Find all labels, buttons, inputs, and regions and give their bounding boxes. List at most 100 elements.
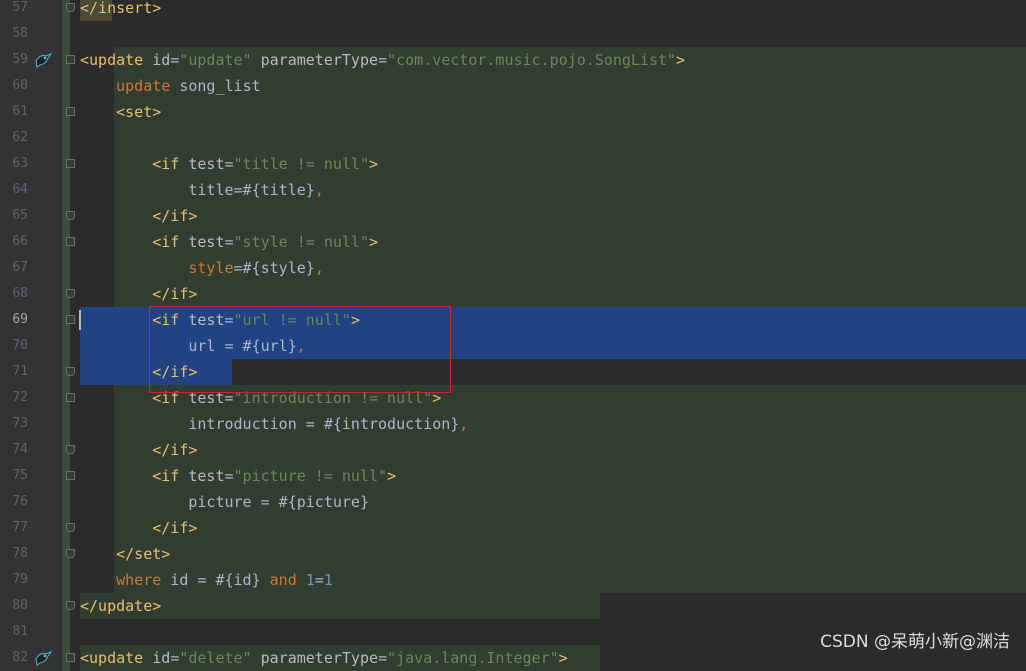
fold-marker-icon[interactable] [66, 471, 75, 480]
code-text[interactable]: picture = #{picture} [80, 489, 369, 515]
code-line-68[interactable]: 68 </if> [0, 281, 1026, 307]
code-text[interactable]: </update> [80, 593, 161, 619]
token-attr: parameterType [260, 649, 379, 667]
code-editor[interactable]: 57 </insert> 58 59 <update id="update" param… [0, 0, 1026, 671]
code-text[interactable]: <if test="picture != null"> [80, 463, 396, 489]
code-line-57[interactable]: 57 </insert> [0, 0, 1026, 21]
code-line-66[interactable]: 66 <if test="style != null"> [0, 229, 1026, 255]
line-number[interactable]: 82 [0, 645, 28, 671]
line-number[interactable]: 58 [0, 21, 28, 47]
code-text[interactable]: style=#{style}, [80, 255, 323, 281]
code-line-75[interactable]: 75 <if test="picture != null"> [0, 463, 1026, 489]
code-line-65[interactable]: 65 </if> [0, 203, 1026, 229]
line-number[interactable]: 81 [0, 619, 28, 645]
code-line-73[interactable]: 73 introduction = #{introduction}, [0, 411, 1026, 437]
code-line-74[interactable]: 74 </if> [0, 437, 1026, 463]
line-number[interactable]: 60 [0, 73, 28, 99]
fold-marker-icon[interactable] [66, 107, 75, 116]
code-line-72[interactable]: 72 <if test="introduction != null"> [0, 385, 1026, 411]
fold-marker-icon[interactable] [66, 3, 75, 12]
fold-marker-icon[interactable] [66, 601, 75, 610]
fold-marker-icon[interactable] [66, 237, 75, 246]
code-text[interactable]: <set> [80, 99, 161, 125]
line-number[interactable]: 63 [0, 151, 28, 177]
fold-marker-icon[interactable] [66, 523, 75, 532]
line-number[interactable]: 73 [0, 411, 28, 437]
code-text[interactable]: title=#{title}, [80, 177, 323, 203]
line-number[interactable]: 79 [0, 567, 28, 593]
code-text[interactable]: <update id="delete" parameterType="java.… [80, 645, 568, 671]
code-text[interactable]: url = #{url}, [80, 333, 305, 359]
line-number[interactable]: 75 [0, 463, 28, 489]
vcs-change-marker [62, 177, 70, 203]
fold-marker-icon[interactable] [66, 393, 75, 402]
code-text[interactable]: </if> [80, 437, 197, 463]
fold-marker-icon[interactable] [66, 367, 75, 376]
fold-marker-icon[interactable] [66, 55, 75, 64]
token-val: "java.lang.Integer" [387, 649, 559, 667]
line-number[interactable]: 69 [0, 307, 28, 333]
line-number[interactable]: 67 [0, 255, 28, 281]
code-line-59[interactable]: 59 <update id="update" parameterType="com… [0, 47, 1026, 73]
code-line-61[interactable]: 61 <set> [0, 99, 1026, 125]
code-line-58[interactable]: 58 [0, 21, 1026, 47]
code-text[interactable]: <update id="update" parameterType="com.v… [80, 47, 685, 73]
code-line-78[interactable]: 78 </set> [0, 541, 1026, 567]
code-text[interactable]: <if test="introduction != null"> [80, 385, 441, 411]
code-line-64[interactable]: 64 title=#{title}, [0, 177, 1026, 203]
code-text[interactable]: </if> [80, 281, 197, 307]
code-text[interactable]: </if> [80, 359, 197, 385]
code-text[interactable]: </if> [80, 203, 197, 229]
code-text[interactable]: <if test="title != null"> [80, 151, 378, 177]
line-number[interactable]: 66 [0, 229, 28, 255]
code-text[interactable]: </if> [80, 515, 197, 541]
code-text[interactable]: <if test="url != null"> [80, 307, 360, 333]
fold-marker-icon[interactable] [66, 289, 75, 298]
code-line-71[interactable]: 71 </if> [0, 359, 1026, 385]
code-line-60[interactable]: 60 update song_list [0, 73, 1026, 99]
line-number[interactable]: 68 [0, 281, 28, 307]
line-number[interactable]: 61 [0, 99, 28, 125]
line-number[interactable]: 74 [0, 437, 28, 463]
code-text[interactable]: where id = #{id} and 1=1 [80, 567, 333, 593]
fold-marker-icon[interactable] [66, 211, 75, 220]
line-number[interactable]: 78 [0, 541, 28, 567]
fold-marker-icon[interactable] [66, 653, 75, 662]
token-txt: = [314, 571, 324, 589]
line-number[interactable]: 59 [0, 47, 28, 73]
mybatis-bird-icon[interactable] [34, 650, 52, 666]
code-line-76[interactable]: 76 picture = #{picture} [0, 489, 1026, 515]
code-line-67[interactable]: 67 style=#{style}, [0, 255, 1026, 281]
line-number[interactable]: 65 [0, 203, 28, 229]
code-text[interactable]: </insert> [80, 0, 161, 21]
code-line-63[interactable]: 63 <if test="title != null"> [0, 151, 1026, 177]
line-number[interactable]: 64 [0, 177, 28, 203]
line-number[interactable]: 72 [0, 385, 28, 411]
code-line-79[interactable]: 79 where id = #{id} and 1=1 [0, 567, 1026, 593]
line-number[interactable]: 70 [0, 333, 28, 359]
code-text[interactable]: introduction = #{introduction}, [80, 411, 468, 437]
fold-marker-icon[interactable] [66, 159, 75, 168]
mybatis-bird-icon[interactable] [34, 52, 52, 68]
code-line-77[interactable]: 77 </if> [0, 515, 1026, 541]
fold-marker-icon[interactable] [66, 445, 75, 454]
code-text[interactable]: </set> [80, 541, 170, 567]
code-line-80[interactable]: 80 </update> [0, 593, 1026, 619]
line-number[interactable]: 71 [0, 359, 28, 385]
code-line-62[interactable]: 62 [0, 125, 1026, 151]
code-text[interactable]: <if test="style != null"> [80, 229, 378, 255]
code-text[interactable]: update song_list [80, 73, 261, 99]
line-number[interactable]: 57 [0, 0, 28, 21]
line-number[interactable]: 80 [0, 593, 28, 619]
line-number[interactable]: 76 [0, 489, 28, 515]
token-txt: song_list [170, 77, 261, 95]
fold-marker-icon[interactable] [66, 549, 75, 558]
line-number[interactable]: 77 [0, 515, 28, 541]
code-line-69[interactable]: 69 <if test="url != null"> [0, 307, 1026, 333]
line-number[interactable]: 62 [0, 125, 28, 151]
token-kw: style [188, 259, 234, 277]
fold-marker-icon[interactable] [66, 315, 75, 324]
token-tag: </if> [152, 207, 198, 225]
code-line-70[interactable]: 70 url = #{url}, [0, 333, 1026, 359]
